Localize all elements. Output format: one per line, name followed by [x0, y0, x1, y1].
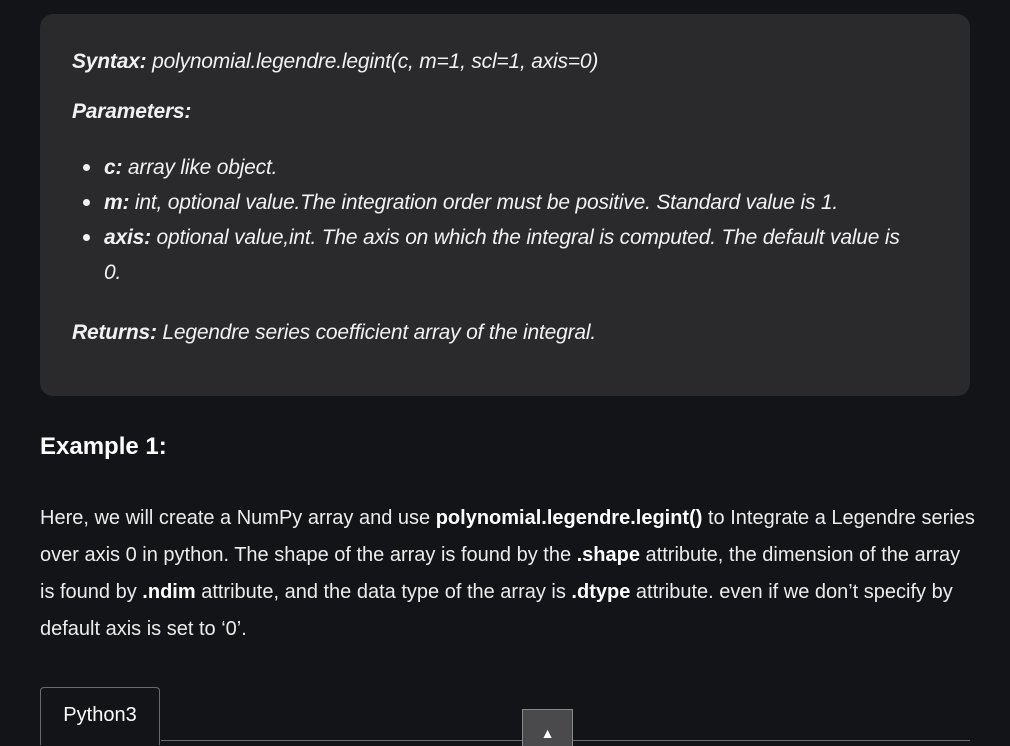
tab-python3[interactable]: Python3 [40, 687, 160, 745]
description-text: attribute, and the data type of the arra… [195, 581, 572, 603]
returns-line: Returns: Legendre series coefficient arr… [72, 321, 596, 345]
parameter-name: axis: [104, 226, 151, 249]
function-name: polynomial.legendre.legint() [435, 507, 703, 529]
parameter-list: c: array like object. m: int, optional v… [80, 150, 904, 290]
parameter-item-axis: axis: optional value,int. The axis on wh… [80, 220, 904, 290]
scroll-to-top-button[interactable]: ▲ [522, 709, 573, 746]
parameter-description: array like object. [122, 156, 278, 179]
syntax-value: polynomial.legendre.legint(c, m=1, scl=1… [146, 50, 599, 73]
up-arrow-icon: ▲ [540, 725, 555, 741]
article-page: Syntax: polynomial.legendre.legint(c, m=… [0, 0, 1010, 746]
returns-value: Legendre series coefficient array of the… [156, 321, 596, 344]
code-tabs: Python3 ▲ [40, 687, 970, 746]
parameter-item-c: c: array like object. [80, 150, 904, 185]
parameter-name: c: [104, 156, 123, 179]
example-heading: Example 1: [40, 433, 167, 460]
returns-label: Returns: [72, 321, 157, 344]
shape-attribute: .shape [576, 544, 640, 566]
ndim-attribute: .ndim [142, 581, 196, 603]
parameter-item-m: m: int, optional value.The integration o… [80, 185, 904, 220]
parameter-description: int, optional value.The integration orde… [129, 191, 838, 214]
parameters-heading: Parameters: [72, 100, 191, 124]
parameters-label: Parameters: [72, 100, 192, 123]
syntax-line: Syntax: polynomial.legendre.legint(c, m=… [72, 50, 598, 74]
example-description: Here, we will create a NumPy array and u… [40, 500, 975, 648]
parameter-description: optional value,int. The axis on which th… [104, 226, 900, 284]
syntax-box: Syntax: polynomial.legendre.legint(c, m=… [40, 14, 970, 396]
description-text: Here, we will create a NumPy array and u… [40, 507, 436, 529]
dtype-attribute: .dtype [571, 581, 631, 603]
syntax-label: Syntax: [72, 50, 147, 73]
parameter-name: m: [104, 191, 130, 214]
